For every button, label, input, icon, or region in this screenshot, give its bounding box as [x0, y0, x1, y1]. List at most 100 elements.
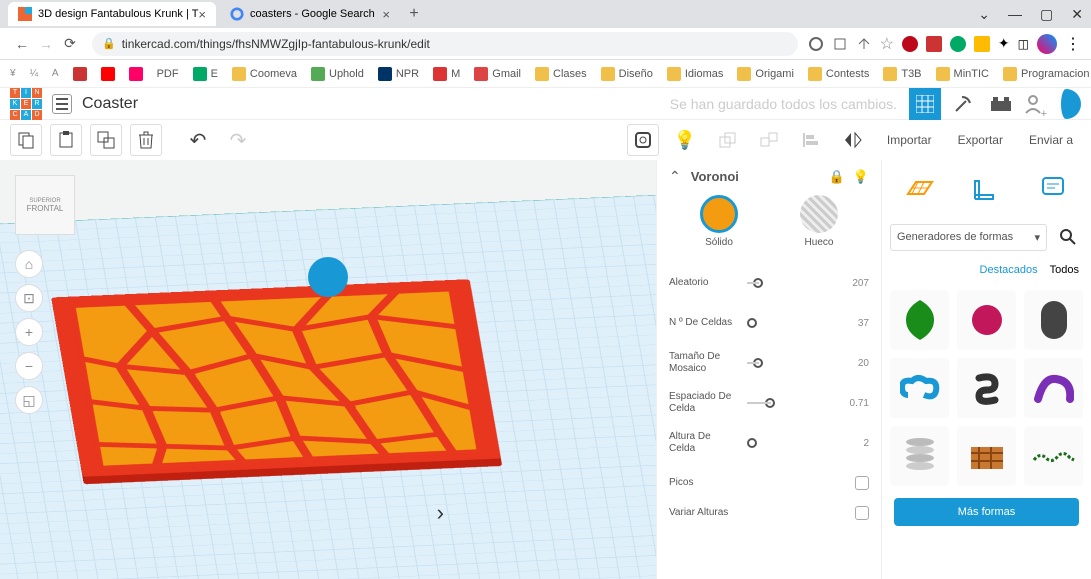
copy-button[interactable] [10, 124, 42, 156]
chevron-down-icon[interactable]: ⌄ [978, 6, 990, 23]
bookmark-item[interactable]: M [433, 67, 460, 81]
bookmark-item[interactable]: T3B [883, 67, 921, 81]
ortho-view-button[interactable]: ◱ [15, 386, 43, 414]
shape-item[interactable] [1024, 426, 1083, 486]
invite-button[interactable]: + [1023, 88, 1045, 120]
send-button[interactable]: Enviar a [1021, 127, 1081, 153]
shape-item[interactable] [890, 426, 949, 486]
new-tab-button[interactable]: + [404, 4, 424, 24]
reload-button[interactable]: ⟳ [58, 35, 82, 52]
coaster-object[interactable] [51, 279, 501, 477]
home-view-button[interactable]: ⌂ [15, 250, 43, 278]
bookmark-item[interactable]: PDF [157, 68, 179, 80]
close-window-icon[interactable]: ✕ [1071, 6, 1083, 23]
tab-all[interactable]: Todos [1050, 264, 1079, 276]
bookmark-item[interactable]: Diseño [601, 67, 653, 81]
group-button[interactable] [711, 124, 743, 156]
menu-icon[interactable]: ⋮ [1065, 34, 1081, 54]
export-button[interactable]: Exportar [950, 127, 1011, 153]
bookmark-item[interactable]: Origami [737, 67, 794, 81]
bookmark-item[interactable]: E [193, 67, 218, 81]
tinkercad-logo[interactable]: TINKERCAD [10, 88, 42, 120]
slider[interactable] [747, 278, 831, 288]
slider[interactable] [747, 438, 831, 448]
close-icon[interactable]: × [198, 7, 206, 22]
star-icon[interactable]: ☆ [880, 34, 894, 54]
browser-tab[interactable]: coasters - Google Search × [220, 2, 400, 26]
minimize-icon[interactable]: — [1008, 6, 1022, 22]
shape-category-select[interactable]: Generadores de formas▾ [890, 224, 1047, 251]
align-button[interactable] [795, 124, 827, 156]
shape-item[interactable] [957, 358, 1016, 418]
bookmark-item[interactable]: Uphold [311, 67, 364, 81]
bookmark-item[interactable]: A [52, 68, 59, 79]
redo-button[interactable]: ↷ [222, 124, 254, 156]
ungroup-button[interactable] [753, 124, 785, 156]
fit-view-button[interactable]: ⊡ [15, 284, 43, 312]
puzzle-icon[interactable]: ✦ [998, 35, 1010, 52]
shape-item[interactable] [890, 358, 949, 418]
close-icon[interactable]: × [382, 7, 390, 22]
checkbox[interactable] [855, 476, 869, 490]
profile-avatar[interactable] [1037, 34, 1057, 54]
slider[interactable] [747, 358, 831, 368]
import-button[interactable]: Importar [879, 127, 940, 153]
delete-button[interactable] [130, 124, 162, 156]
collapse-icon[interactable]: ⌃ [669, 168, 681, 185]
zoom-in-button[interactable]: + [15, 318, 43, 346]
bookmark-item[interactable]: ¼ [30, 68, 38, 79]
maximize-icon[interactable]: ▢ [1040, 6, 1053, 23]
shape-item[interactable] [957, 290, 1016, 350]
share-icon[interactable] [856, 36, 872, 52]
bookmark-item[interactable] [129, 67, 143, 81]
bookmark-item[interactable]: Contests [808, 67, 869, 81]
sidepanel-icon[interactable]: ◫ [1018, 37, 1029, 51]
ruler-tool[interactable] [968, 170, 1004, 206]
lock-icon[interactable]: 🔒 [829, 169, 845, 185]
notes-button[interactable] [627, 124, 659, 156]
bookmark-item[interactable]: Programacion [1003, 67, 1089, 81]
bricks-mode-button[interactable] [947, 88, 979, 120]
slider[interactable] [747, 398, 831, 408]
solid-option[interactable]: Sólido [700, 195, 738, 248]
bulb-icon[interactable]: 💡 [853, 169, 869, 185]
shape-item[interactable] [1024, 290, 1083, 350]
pinterest-icon[interactable] [902, 36, 918, 52]
canvas[interactable]: SUPERIOR FRONTAL ⌂ ⊡ + − ◱ › [0, 160, 656, 579]
notes-tool[interactable] [1035, 170, 1071, 206]
duplicate-button[interactable] [90, 124, 122, 156]
bookmark-item[interactable]: Clases [535, 67, 587, 81]
browser-tab-active[interactable]: 3D design Fantabulous Krunk | T × [8, 2, 216, 26]
user-avatar[interactable] [1051, 89, 1081, 119]
more-shapes-button[interactable]: Más formas [894, 498, 1079, 526]
paste-button[interactable] [50, 124, 82, 156]
menu-button[interactable] [52, 94, 72, 114]
shape-item[interactable] [957, 426, 1016, 486]
tab-featured[interactable]: Destacados [980, 264, 1038, 276]
slider[interactable] [747, 318, 831, 328]
bookmark-item[interactable]: ¥ [10, 68, 16, 79]
lego-mode-button[interactable] [985, 88, 1017, 120]
url-input[interactable]: 🔒 tinkercad.com/things/fhsNMWZgjIp-fanta… [92, 32, 798, 56]
extension-icon[interactable] [926, 36, 942, 52]
bookmark-item[interactable] [101, 67, 115, 81]
google-icon[interactable] [808, 36, 824, 52]
selection-handle[interactable] [308, 257, 348, 297]
checkbox[interactable] [855, 506, 869, 520]
view-cube[interactable]: SUPERIOR FRONTAL [15, 175, 75, 235]
bulb-button[interactable]: 💡 [669, 124, 701, 156]
zoom-out-button[interactable]: − [15, 352, 43, 380]
shape-item[interactable] [890, 290, 949, 350]
bookmark-item[interactable] [73, 67, 87, 81]
blocks-mode-button[interactable] [909, 88, 941, 120]
hole-option[interactable]: Hueco [800, 195, 838, 248]
workplane-tool[interactable] [902, 170, 938, 206]
bookmark-item[interactable]: MinTIC [936, 67, 989, 81]
bookmark-item[interactable]: Idiomas [667, 67, 724, 81]
undo-button[interactable]: ↶ [182, 124, 214, 156]
back-button[interactable]: ← [10, 36, 34, 52]
extension-icon[interactable] [974, 36, 990, 52]
project-name[interactable]: Coaster [82, 95, 138, 113]
shape-item[interactable] [1024, 358, 1083, 418]
bookmark-item[interactable]: Coomeva [232, 67, 297, 81]
